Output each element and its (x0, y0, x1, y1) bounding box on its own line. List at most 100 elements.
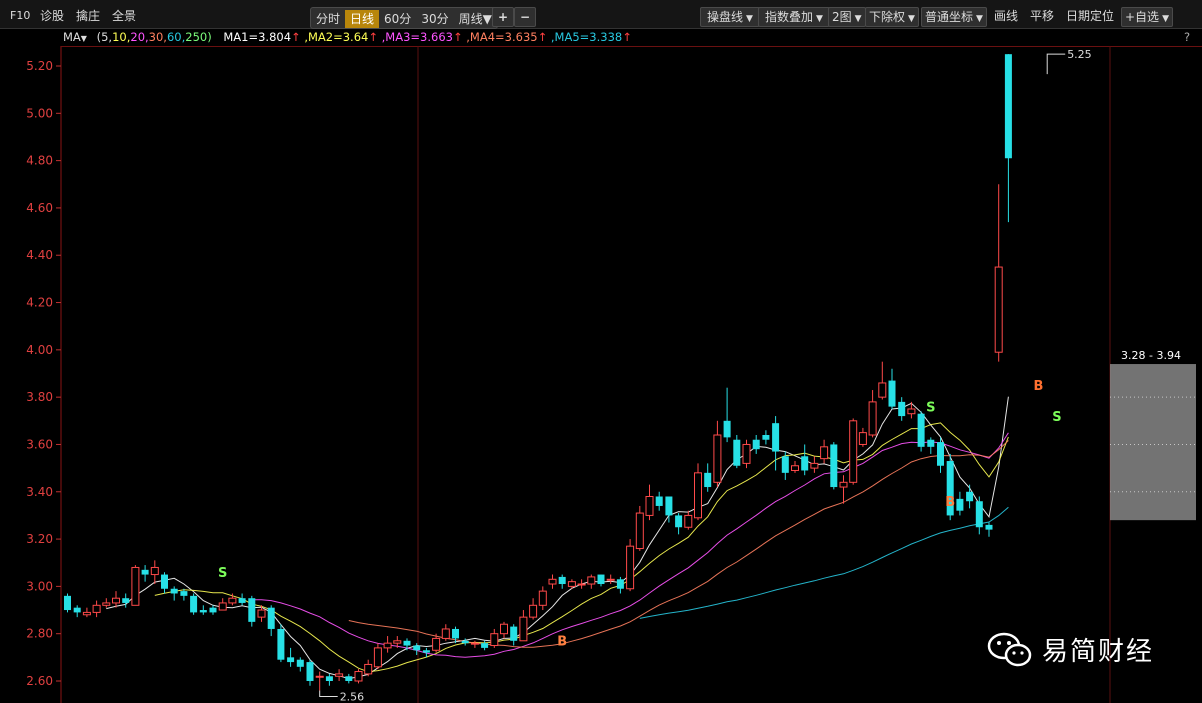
candle-body (665, 496, 673, 516)
candle-body (694, 472, 702, 519)
candle-body (801, 456, 809, 471)
ma-param-250: 250) (185, 30, 212, 44)
candle-body (92, 604, 101, 613)
high-annotation: 5.25 (1067, 48, 1092, 61)
ma5-value: ,MA5=3.338 (550, 30, 623, 44)
buy-signal: B (945, 495, 955, 510)
candle (577, 579, 586, 589)
candle-body (180, 591, 188, 596)
candle (170, 586, 178, 601)
y-tick-label: 2.60 (26, 674, 53, 688)
y-tick-label: 2.80 (26, 627, 53, 641)
candle-body (917, 413, 925, 447)
candle (839, 475, 848, 504)
pan-button[interactable]: 平移 (1030, 7, 1054, 25)
chevron-down-icon: ▼ (1162, 14, 1169, 24)
candle (626, 539, 635, 592)
candle (1004, 54, 1012, 223)
candle-body (567, 581, 576, 587)
coordinate-dropdown[interactable]: 普通坐标 ▼ (921, 7, 987, 27)
candle (762, 430, 770, 445)
candle (73, 605, 81, 618)
candle-body (538, 590, 547, 606)
up-arrow-icon: ↑ (622, 30, 632, 44)
catch-dealer-button[interactable]: 擒庄 (76, 7, 100, 25)
candle (102, 598, 111, 608)
candle (141, 565, 149, 582)
kline-chart[interactable]: 2.60 2.80 3.00 3.20 3.40 3.60 3.80 4.00 4.20 4.40… (0, 46, 1202, 703)
candle (917, 411, 925, 452)
ma-param-20: 20, (130, 30, 149, 44)
candle (597, 574, 605, 587)
y-tick-label: 3.00 (26, 579, 53, 593)
index-overlay-dropdown[interactable]: 指数叠加 ▼ (758, 7, 830, 27)
watchlist-dropdown[interactable]: +自选 ▼ (1121, 7, 1173, 27)
candle (956, 491, 964, 516)
up-arrow-icon: ↑ (291, 30, 301, 44)
candle (645, 484, 654, 521)
coordinate-label: 普通坐标 (925, 10, 974, 24)
chevron-down-icon: ▼ (854, 14, 862, 24)
forecast-zone: 3.28 - 3.94 (1110, 349, 1196, 521)
y-tick-label: 4.60 (26, 201, 53, 215)
y-tick-label: 4.40 (26, 248, 53, 262)
period-tab-daily[interactable]: 日线 (345, 10, 380, 28)
candle-body (781, 456, 789, 473)
two-chart-dropdown[interactable]: 2图 ▼ (828, 7, 866, 27)
candle-body (975, 501, 983, 528)
candle-body (830, 444, 838, 488)
candle (538, 586, 547, 611)
candle-body (529, 604, 538, 618)
ma-indicator-selector[interactable]: MA▼ (63, 28, 87, 48)
candle-body (577, 583, 586, 586)
chevron-down-icon: ▼ (482, 12, 492, 26)
candle (383, 636, 392, 653)
candle (354, 669, 363, 684)
period-tab-intraday[interactable]: 分时 (311, 10, 345, 28)
candle-body (994, 266, 1003, 353)
candle-body (548, 578, 557, 585)
candle (606, 574, 615, 585)
range-label: 3.28 - 3.94 (1121, 349, 1181, 362)
candle-body (190, 595, 198, 613)
candle-body (112, 597, 120, 604)
up-arrow-icon: ↑ (368, 30, 378, 44)
ma-legend: MA▼ (5,10,20,30,60,250) MA1=3.804↑ ,MA2=… (0, 28, 1202, 46)
two-chart-label: 2图 (832, 10, 852, 24)
period-tab-30min[interactable]: 30分 (416, 10, 453, 28)
candle-body (868, 401, 877, 436)
zoom-in-button[interactable]: + (492, 7, 515, 27)
ma4-value: ,MA4=3.635 (466, 30, 538, 44)
candle-body (635, 512, 644, 550)
trading-line-dropdown[interactable]: 操盘线 ▼ (700, 7, 760, 27)
wechat-icon (987, 632, 1032, 667)
period-tab-weekly[interactable]: 周线▼ (454, 10, 497, 28)
candle (112, 591, 120, 608)
candle-body (888, 380, 896, 407)
f10-button[interactable]: F10 (10, 7, 30, 25)
candle-body (616, 579, 624, 589)
candle-body (742, 443, 751, 464)
candle-body (199, 610, 207, 613)
period-tab-60min[interactable]: 60分 (379, 10, 416, 28)
candle-body (839, 481, 848, 488)
zoom-out-button[interactable]: − (514, 7, 537, 27)
candle (150, 560, 159, 585)
diagnose-button[interactable]: 诊股 (40, 7, 64, 25)
candle-body (335, 673, 344, 677)
candle (413, 643, 421, 655)
candle-body (296, 659, 304, 667)
draw-line-button[interactable]: 画线 (994, 7, 1018, 25)
panorama-button[interactable]: 全景 (112, 7, 136, 25)
date-locate-button[interactable]: 日期定位 (1066, 7, 1114, 25)
ma-param-10: 10, (112, 30, 131, 44)
candle-body (510, 626, 518, 641)
y-tick-label: 3.20 (26, 532, 53, 546)
help-button[interactable]: ? (1184, 28, 1190, 46)
candle-body (655, 496, 663, 506)
ex-rights-dropdown[interactable]: 下除权 ▼ (865, 7, 919, 27)
candle-body (277, 628, 285, 660)
y-tick-label: 3.60 (26, 437, 53, 451)
candle (345, 673, 353, 684)
candle (364, 659, 373, 677)
